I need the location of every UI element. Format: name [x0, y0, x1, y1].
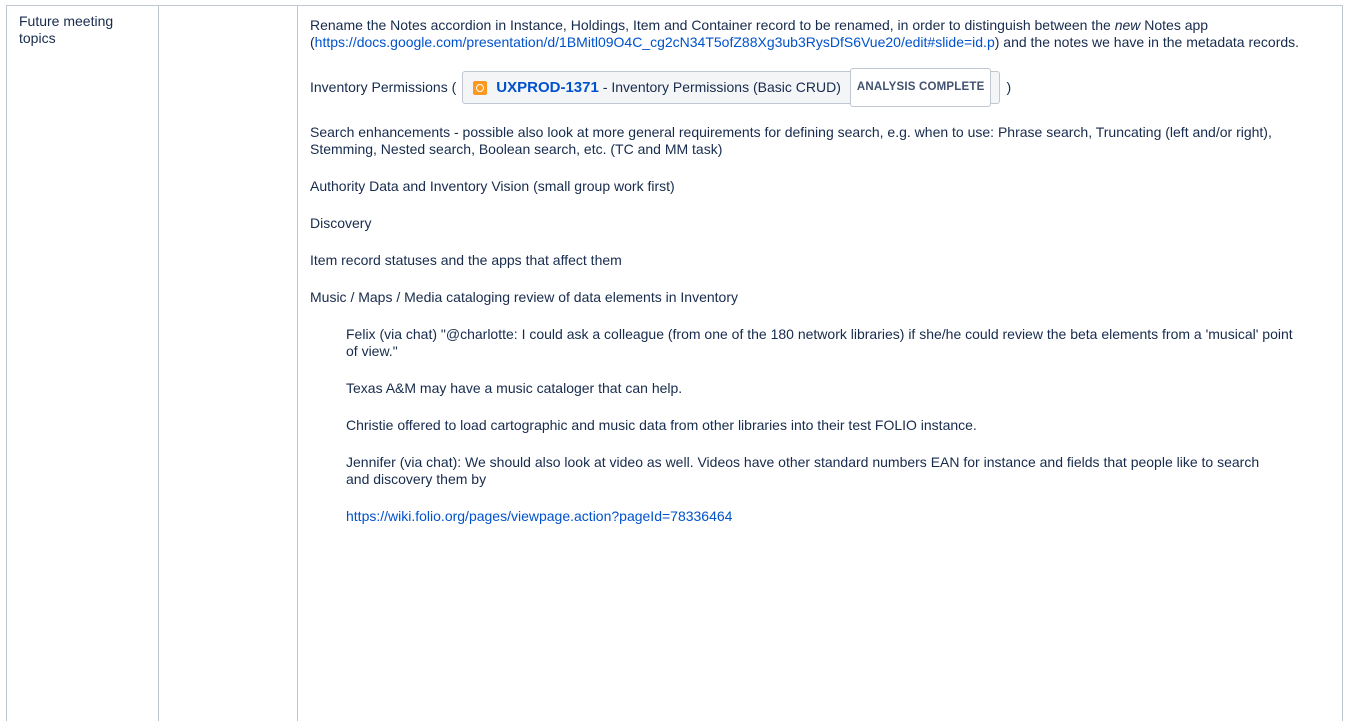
indented-christie: Christie offered to load cartographic an… [346, 417, 1342, 434]
row-label: Future meeting topics [19, 13, 113, 46]
notes-app-link[interactable]: https://docs.google.com/presentation/d/1… [315, 34, 995, 50]
indented-texas: Texas A&M may have a music cataloger tha… [346, 380, 1342, 397]
inventory-permissions-prefix: Inventory Permissions ( [310, 71, 456, 104]
paragraph-discovery: Discovery [310, 215, 1342, 232]
content-cell: Rename the Notes accordion in Instance, … [298, 6, 1343, 721]
inventory-permissions-line: Inventory Permissions ( UXPROD-1371 - In… [310, 71, 1342, 104]
table-row: Future meeting topics Rename the Notes a… [7, 6, 1343, 721]
indented-jennifer: Jennifer (via chat): We should also look… [346, 454, 1342, 488]
indented-wiki-link-paragraph: https://wiki.folio.org/pages/viewpage.ac… [346, 508, 1342, 525]
row-label-cell: Future meeting topics [7, 6, 159, 721]
notes-rename-paragraph: Rename the Notes accordion in Instance, … [310, 17, 1342, 51]
notes-rename-emphasis: new [1115, 17, 1141, 33]
empty-cell [159, 6, 298, 721]
paragraph-search: Search enhancements - possible also look… [310, 124, 1342, 158]
meeting-notes-table: Future meeting topics Rename the Notes a… [6, 5, 1343, 721]
jira-issue-summary: - Inventory Permissions (Basic CRUD) [603, 71, 841, 104]
inventory-permissions-suffix: ) [1006, 71, 1011, 104]
status-badge: ANALYSIS COMPLETE [850, 68, 992, 107]
wiki-link[interactable]: https://wiki.folio.org/pages/viewpage.ac… [346, 508, 732, 524]
indented-felix: Felix (via chat) "@charlotte: I could as… [346, 326, 1342, 360]
jira-issue-macro[interactable]: UXPROD-1371 - Inventory Permissions (Bas… [462, 71, 1000, 104]
paragraph-authority: Authority Data and Inventory Vision (sma… [310, 178, 1342, 195]
jira-improvement-icon [473, 81, 487, 95]
notes-rename-text: Rename the Notes accordion in Instance, … [310, 17, 1115, 33]
jira-issue-key-link[interactable]: UXPROD-1371 [496, 71, 599, 104]
paragraph-item-statuses: Item record statuses and the apps that a… [310, 252, 1342, 269]
indented-block: Felix (via chat) "@charlotte: I could as… [310, 326, 1342, 525]
notes-rename-text-after: ) and the notes we have in the metadata … [995, 34, 1299, 50]
paragraph-music-maps-media: Music / Maps / Media cataloging review o… [310, 289, 1342, 306]
